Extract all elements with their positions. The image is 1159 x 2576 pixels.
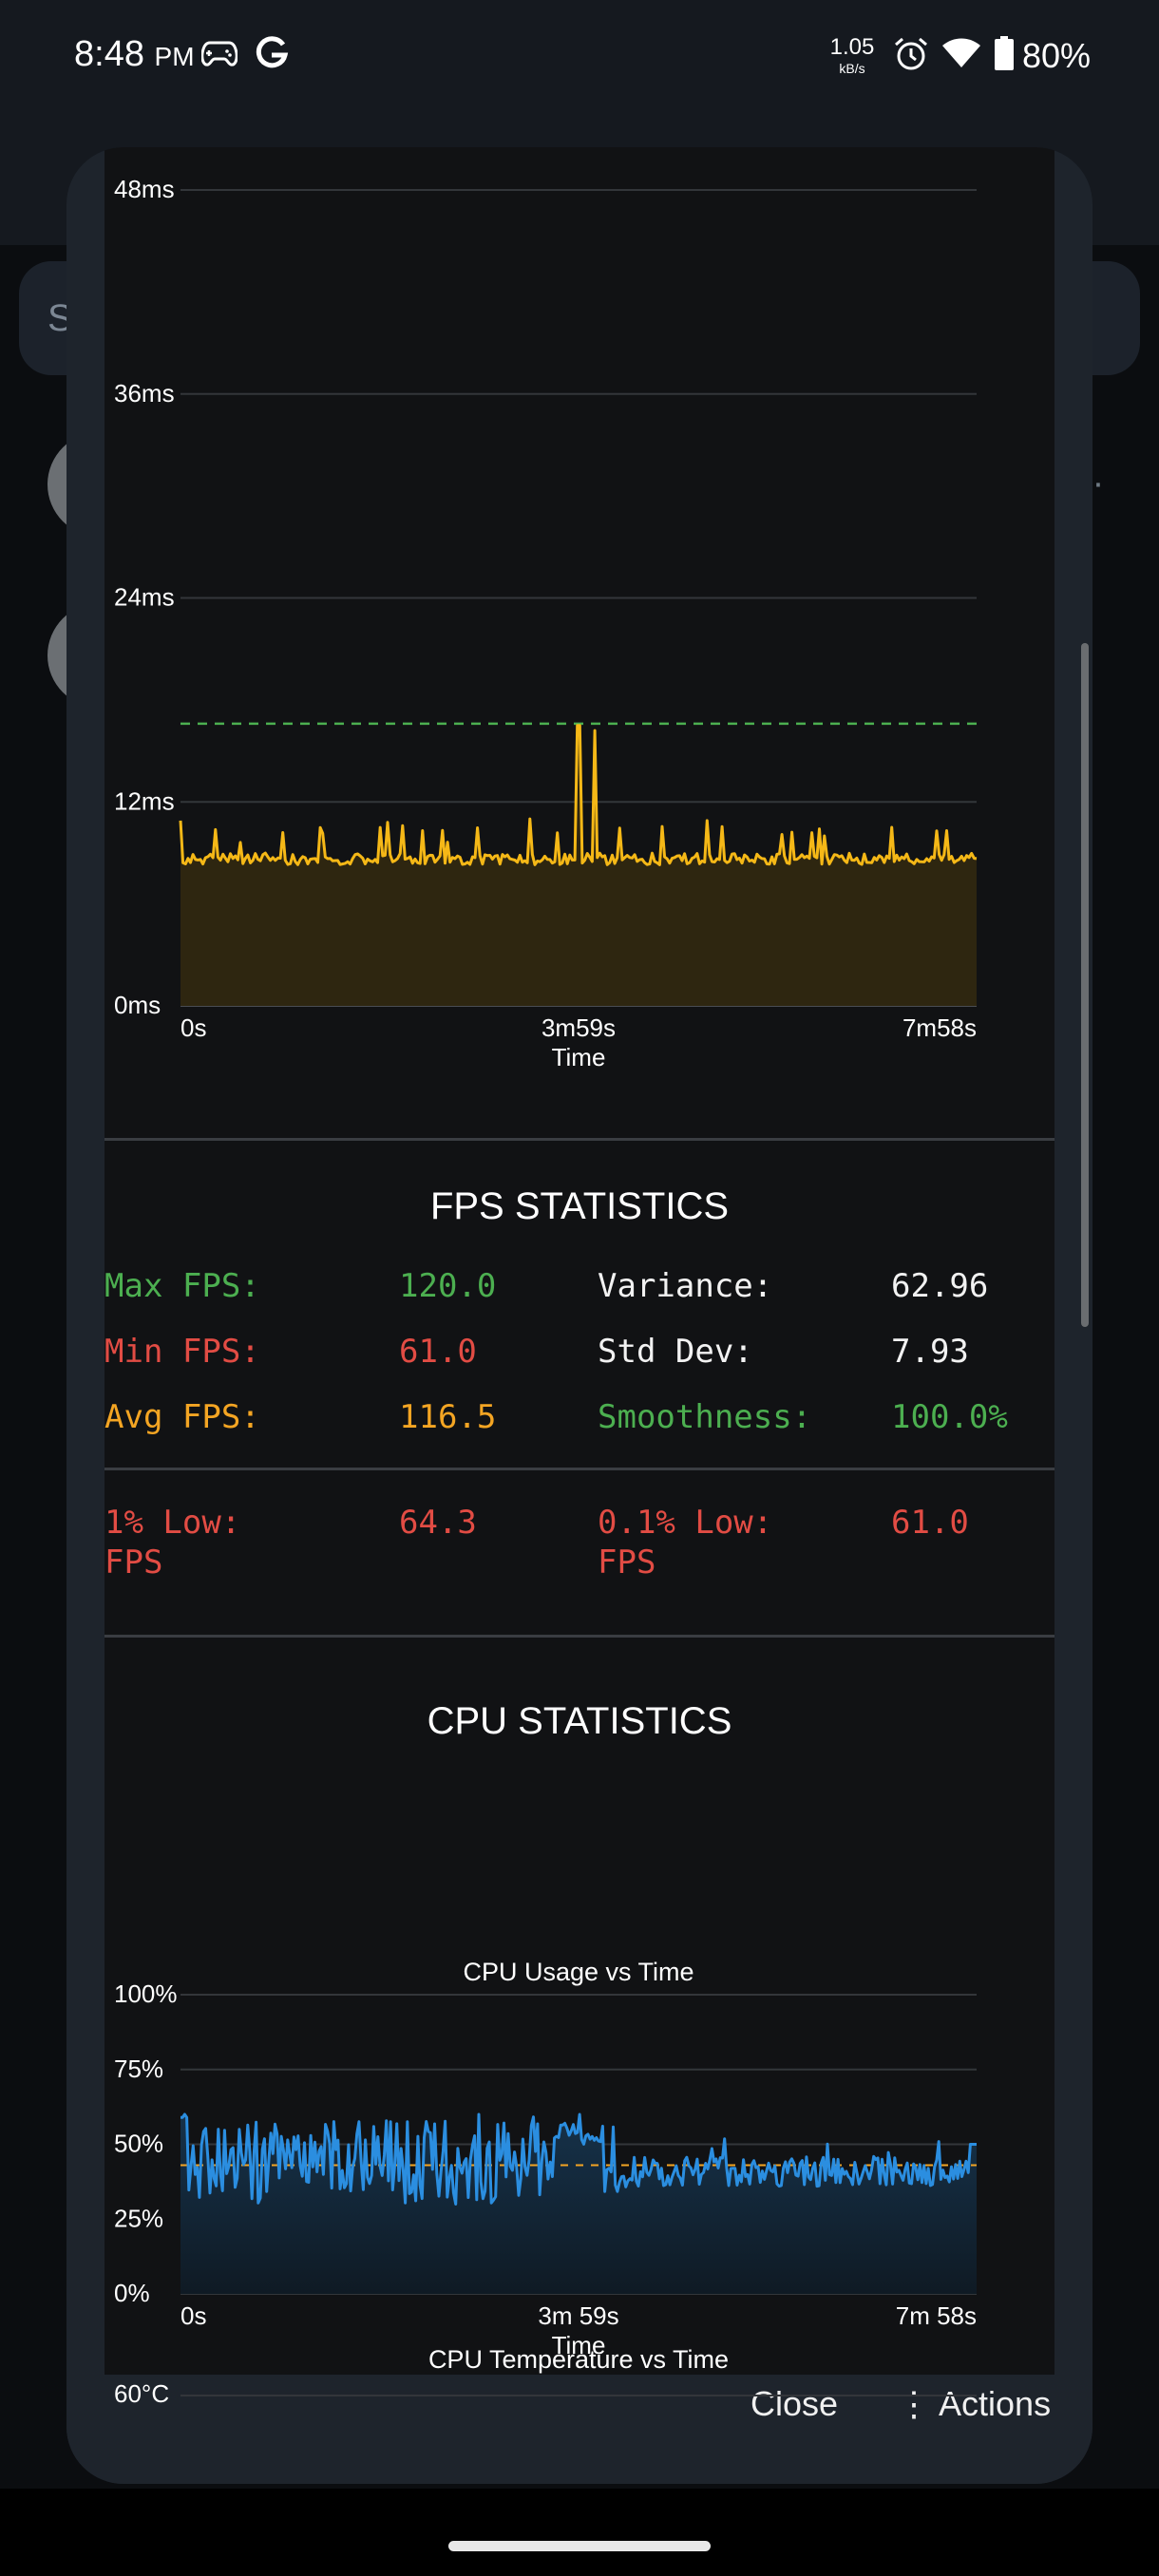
gesture-pill[interactable]: [448, 2541, 711, 2551]
navigation-bar: [0, 2489, 1159, 2576]
cpu-usage-chart: CPU Usage vs Time 100% 75% 50% 25% 0% 0s 3m 59s…: [114, 1958, 977, 2374]
y-tick-label: 50%: [114, 2130, 163, 2158]
x-tick-label: 7m 58s: [896, 2301, 977, 2330]
stats-dialog: 48ms 36ms 24ms 12ms 0ms 0s 3m59s 7m58s Time FPS …: [66, 147, 1092, 2484]
y-tick-label: 0%: [114, 2279, 150, 2307]
alarm-icon: [895, 37, 927, 70]
stats-card: 48ms 36ms 24ms 12ms 0ms 0s 3m59s 7m58s Time FPS …: [104, 147, 1054, 2375]
status-time: 8:48 PM: [74, 34, 195, 74]
google-icon: [256, 36, 289, 68]
x-tick-label: 3m 59s: [538, 2301, 618, 2330]
gamepad-icon: [201, 41, 238, 66]
wifi-icon: [942, 38, 980, 67]
cpu-temp-chart-title: CPU Temperature vs Time: [428, 2345, 729, 2374]
cpu-chart-title: CPU Usage vs Time: [463, 1958, 694, 1986]
battery-percent: 80%: [1022, 36, 1092, 75]
actions-menu-button[interactable]: ⋮ Actions: [897, 2384, 1051, 2424]
network-speed: 1.05 kB/s: [829, 34, 875, 76]
y-tick-label: 100%: [114, 1979, 178, 2008]
y-tick-label: 25%: [114, 2204, 163, 2232]
close-button[interactable]: Close: [750, 2384, 838, 2424]
x-tick-label: 0s: [180, 2301, 206, 2330]
y-tick-label: 75%: [114, 2055, 163, 2083]
status-bar: 8:48 PM 1.05 kB/s 80%: [0, 0, 1159, 114]
scrollbar[interactable]: [1081, 643, 1089, 1327]
battery-icon: [995, 36, 1014, 70]
